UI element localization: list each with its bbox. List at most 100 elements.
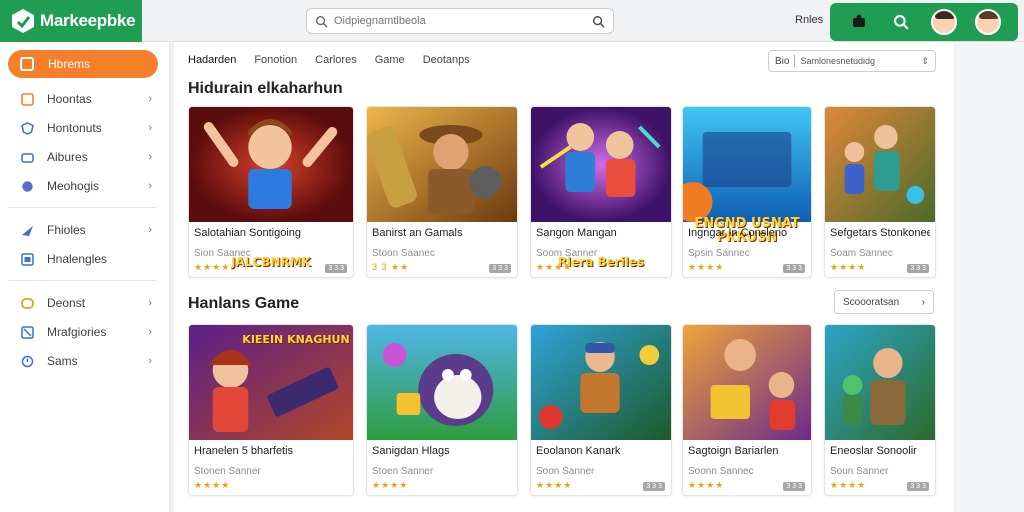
game-subtitle: Stonen Sanner: [194, 466, 261, 477]
search-icon: [315, 15, 328, 28]
profile-avatar[interactable]: [975, 9, 1001, 35]
game-thumbnail: [367, 107, 517, 222]
sidebar-item-label: Hbrems: [48, 57, 91, 71]
sidebar-item-1[interactable]: Hoontas ›: [20, 88, 160, 110]
search-icon[interactable]: [889, 10, 913, 34]
game-rating: ★★★★: [194, 480, 231, 490]
game-subtitle: Sion Saanec: [194, 248, 251, 259]
game-thumbnail: [189, 107, 353, 222]
help-link[interactable]: Rnles: [795, 14, 823, 26]
sidebar-item-8[interactable]: Mrafgiories ›: [20, 321, 160, 343]
game-card[interactable]: 3 3 3 Eoolanon Kanark Soon Sanner ★★★★: [530, 324, 672, 496]
chevron-right-icon: ›: [148, 122, 152, 134]
chevron-right-icon: ›: [148, 151, 152, 163]
see-more-label: Scoooratsan: [843, 296, 900, 308]
sidebar-divider: [8, 207, 156, 208]
game-badge: 3 3 3: [907, 482, 929, 491]
avatar[interactable]: [931, 9, 957, 35]
filter-separator: [794, 55, 796, 67]
game-card[interactable]: Rlera Beriles Sangon Mangan Soom Sanner …: [530, 106, 672, 278]
chevron-right-icon: ›: [148, 224, 152, 236]
game-card[interactable]: ENGND USNAT PKRUSN 3 3 3 Ingngar In Cons…: [682, 106, 812, 278]
game-title: Banirst an Gamals: [372, 227, 463, 239]
sidebar-item-label: Hontonuts: [47, 121, 102, 135]
filter-label: Bio: [775, 55, 790, 67]
home-icon: [20, 57, 34, 71]
chevron-right-icon: ›: [148, 355, 152, 367]
sidebar-item-label: Meohogis: [47, 179, 100, 193]
tab-2[interactable]: Fonotion: [254, 54, 297, 66]
globe-icon: [20, 179, 34, 193]
sidebar-item-9[interactable]: Sams ›: [20, 350, 160, 372]
send-icon: [20, 223, 34, 237]
game-card[interactable]: Sanigdan Hlags Stoen Sanner ★★★★: [366, 324, 518, 496]
game-rating: ★★★★: [372, 480, 409, 490]
top-actions: [830, 3, 1018, 41]
game-rating: ★★★★: [194, 262, 231, 272]
main-content: Hadarden Fonotion Carlores Game Deotanps…: [174, 42, 954, 512]
section-title: Hanlans Game: [188, 295, 300, 312]
sidebar-item-7[interactable]: Deonst ›: [20, 292, 160, 314]
search-bar[interactable]: [306, 8, 614, 34]
search-input[interactable]: [334, 15, 586, 27]
clock-icon: [20, 354, 34, 368]
sidebar-item-4[interactable]: Meohogis ›: [20, 175, 160, 197]
logo[interactable]: Markeepbke: [0, 0, 142, 42]
game-banner-text: KIEEIN KNAGHUN: [242, 333, 350, 346]
game-card[interactable]: JALCBNRMK 3 3 3 Salotahian Sontigoing Si…: [188, 106, 354, 278]
game-card[interactable]: 3 3 3 Sefgetars Stonkonee Soam Sannec ★★…: [824, 106, 936, 278]
game-badge: 3 3 3: [643, 482, 665, 491]
chevron-right-icon: ›: [148, 93, 152, 105]
game-badge: 3 3 3: [489, 264, 511, 273]
see-more-button[interactable]: Scoooratsan ›: [834, 290, 934, 314]
sidebar-item-label: Aibures: [47, 150, 88, 164]
tab-1[interactable]: Hadarden: [188, 54, 236, 66]
tab-3[interactable]: Carlores: [315, 54, 357, 66]
logo-text: Markeepbke: [40, 11, 136, 30]
game-badge: 3 3 3: [907, 264, 929, 273]
game-subtitle: Soonn Sannec: [688, 466, 754, 477]
chevron-updown-icon: ⇕: [921, 55, 929, 66]
sidebar-divider: [8, 280, 156, 281]
game-thumbnail: [531, 325, 671, 440]
search-submit-icon[interactable]: [592, 15, 605, 28]
game-subtitle: Soon Sanner: [536, 466, 595, 477]
sidebar-item-2[interactable]: Hontonuts ›: [20, 117, 160, 139]
tab-5[interactable]: Deotanps: [423, 54, 470, 66]
game-subtitle: Soun Sanner: [830, 466, 889, 477]
game-title: Sefgetars Stonkonee: [830, 227, 930, 239]
tab-4[interactable]: Game: [375, 54, 405, 66]
game-title: Sagtoign Bariarlen: [688, 445, 779, 457]
game-card[interactable]: 3 3 3 Eneoslar Sonoolir Soun Sanner ★★★★: [824, 324, 936, 496]
game-card[interactable]: KIEEIN KNAGHUN Hranelen 5 bharfetis Ston…: [188, 324, 354, 496]
game-rating: ★★★★: [830, 480, 867, 490]
sidebar-item-3[interactable]: Aibures ›: [20, 146, 160, 168]
game-rating: ★★★★: [536, 262, 573, 272]
game-rating: ★★★★: [536, 480, 573, 490]
chevron-right-icon: ›: [148, 297, 152, 309]
game-rating: ★★★★: [830, 262, 867, 272]
game-subtitle: Spsin Sannec: [688, 248, 750, 259]
game-subtitle: Stoen Sanner: [372, 466, 434, 477]
game-thumbnail: [825, 325, 935, 440]
sidebar-item-label: Mrafgiories: [47, 325, 107, 339]
sidebar-item-6[interactable]: Hnalengles: [20, 248, 160, 270]
game-card[interactable]: 3 3 3 Banirst an Gamals Stoon Saanec 3 3…: [366, 106, 518, 278]
sidebar-item-label: Sams: [47, 354, 78, 368]
section-title: Hidurain elkaharhun: [188, 80, 343, 97]
filter-value: Samlonesnetudidg: [800, 56, 876, 66]
notifications-icon[interactable]: [847, 10, 871, 34]
sidebar-item-active[interactable]: Hbrems: [8, 50, 158, 78]
game-card[interactable]: 3 3 3 Sagtoign Bariarlen Soonn Sannec ★★…: [682, 324, 812, 496]
game-thumbnail: [683, 107, 811, 222]
game-thumbnail: [531, 107, 671, 222]
category-tabs: Hadarden Fonotion Carlores Game Deotanps: [188, 54, 470, 66]
sidebar-item-5[interactable]: Fhioles ›: [20, 219, 160, 241]
calendar-icon: [20, 252, 34, 266]
filter-dropdown[interactable]: Bio Samlonesnetudidg ⇕: [768, 50, 936, 72]
game-rating: ★★★★: [688, 262, 725, 272]
chevron-right-icon: ›: [921, 296, 925, 308]
game-title: Sanigdan Hlags: [372, 445, 450, 457]
game-subtitle: Soam Sannec: [830, 248, 893, 259]
game-title: Sangon Mangan: [536, 227, 617, 239]
